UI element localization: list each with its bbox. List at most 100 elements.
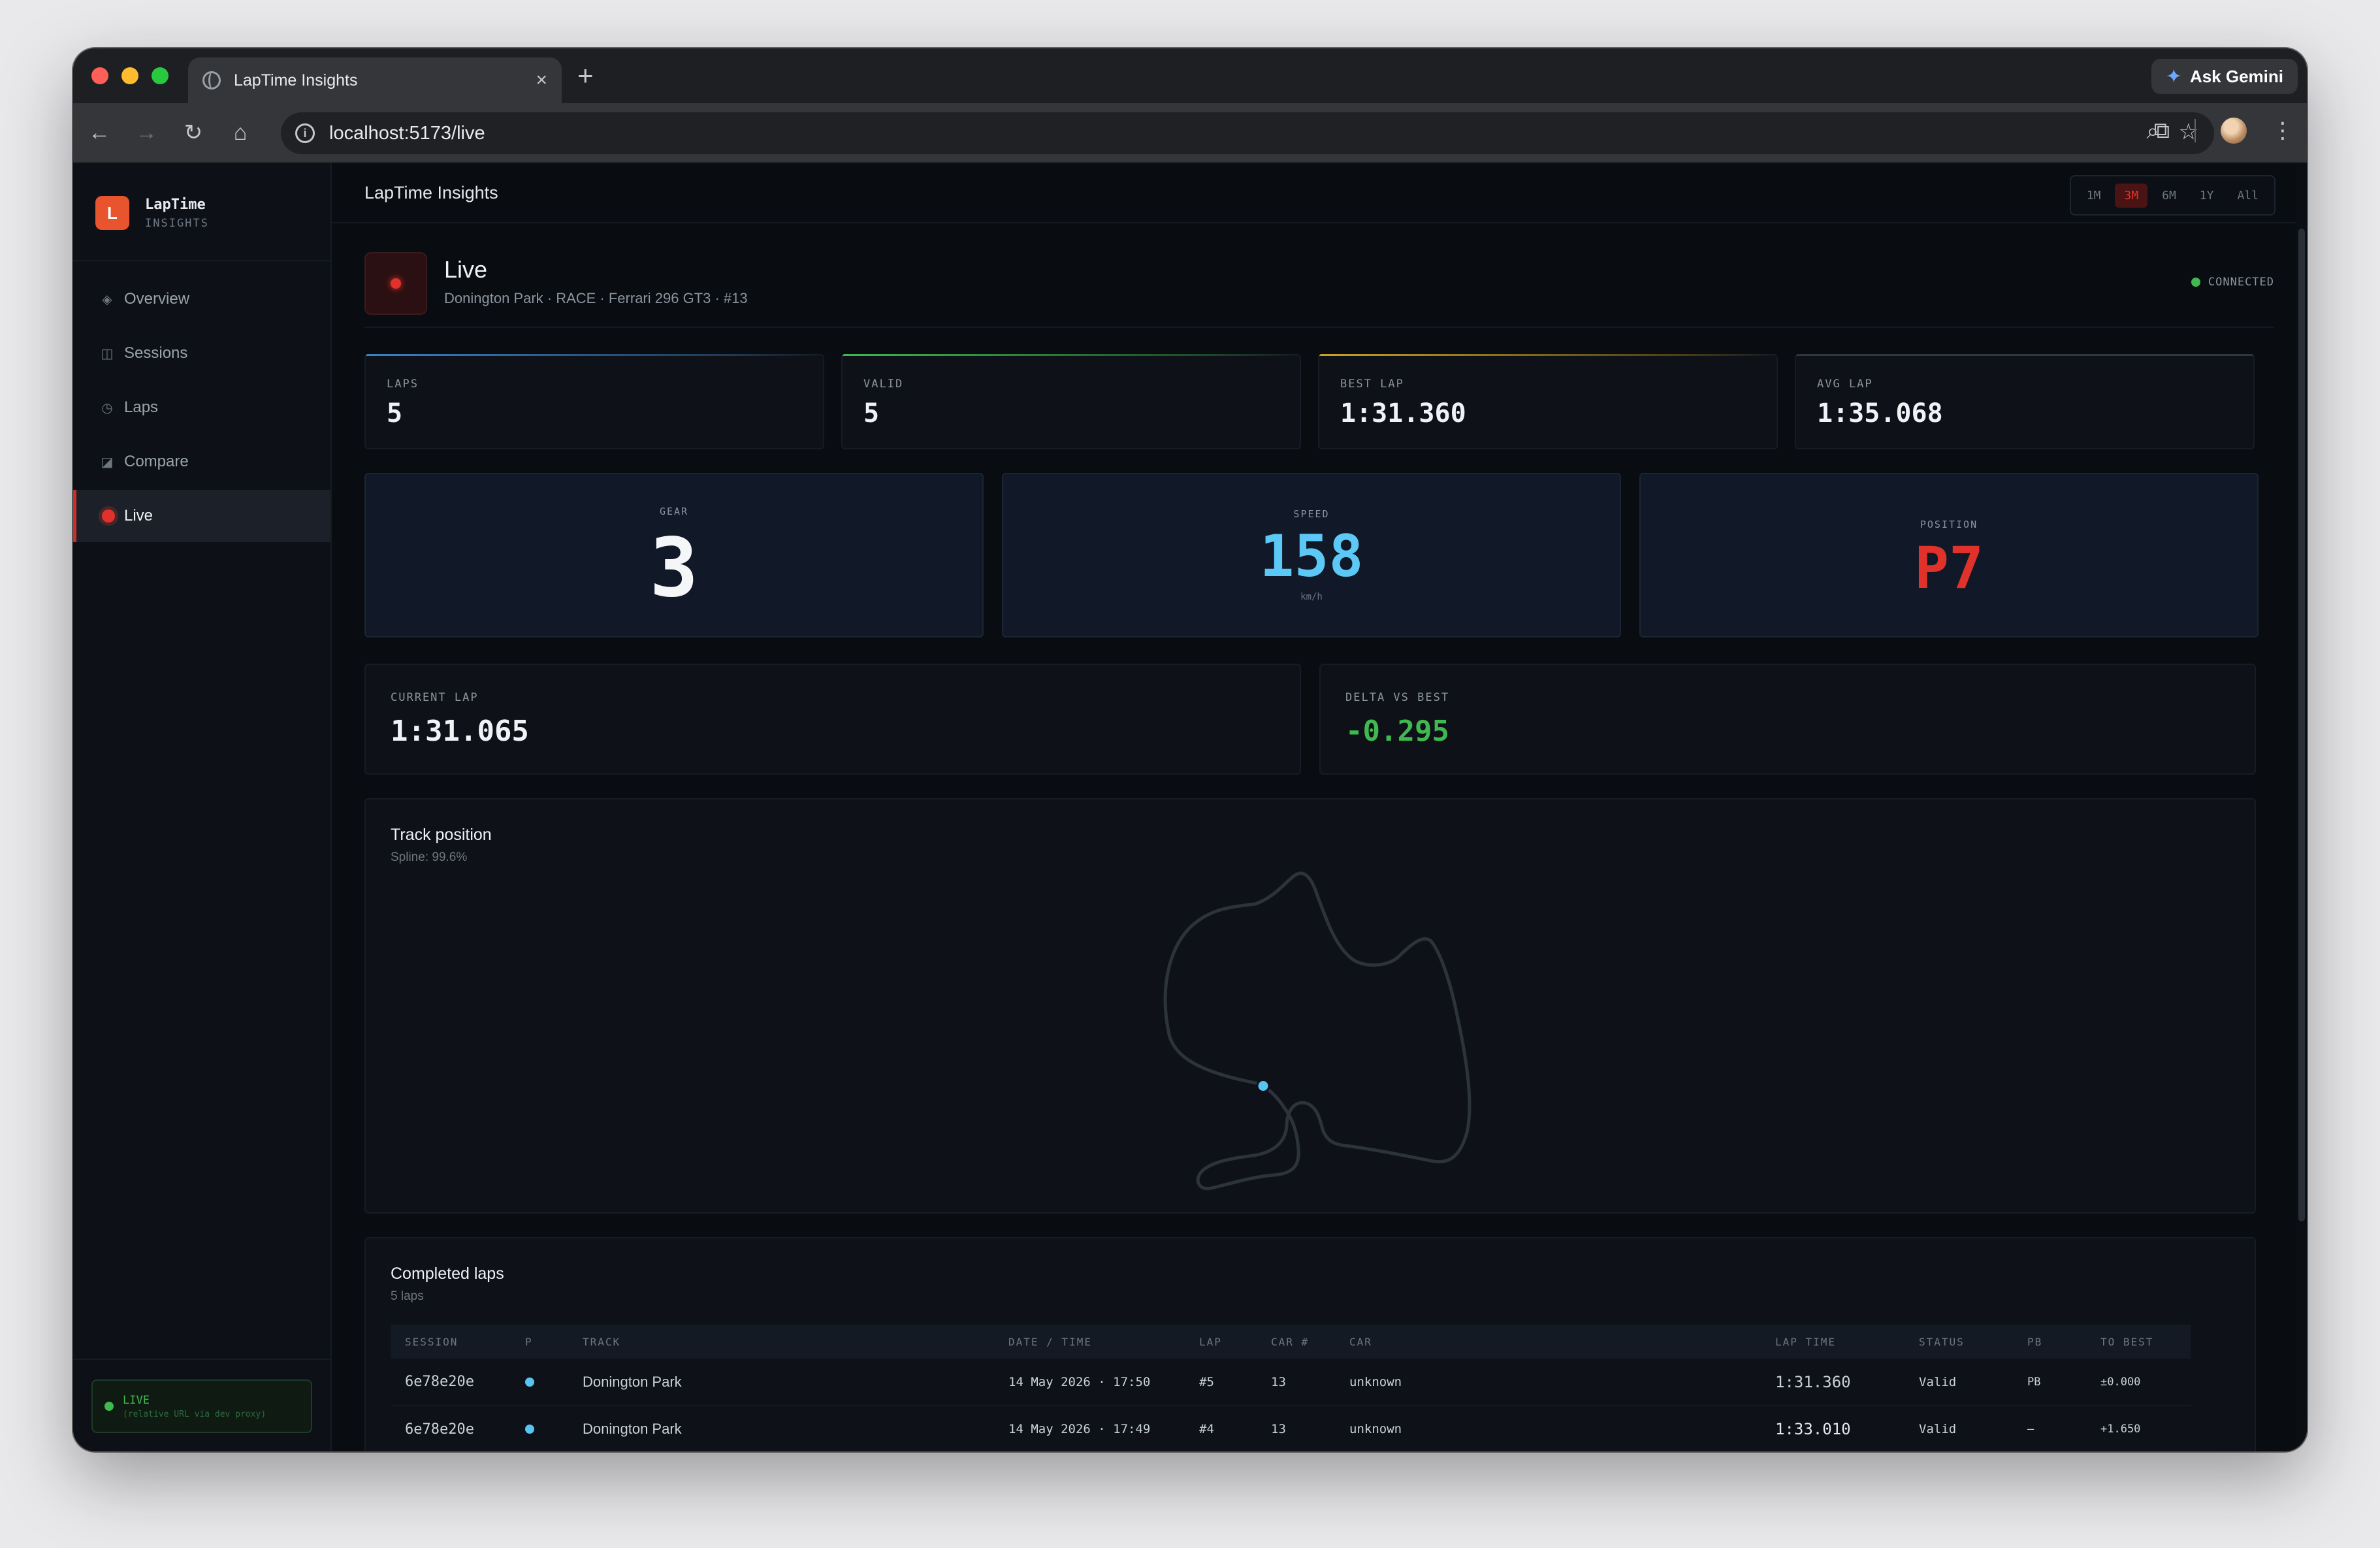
stat-label: LAPS [387, 378, 419, 391]
range-all[interactable]: All [2228, 184, 2268, 208]
table-row[interactable]: 6e78e20e Donington Park 14 May 2026 · 17… [391, 1359, 2191, 1406]
globe-icon [202, 71, 221, 89]
kebab-menu-icon[interactable]: ⋮ [2272, 118, 2294, 144]
close-tab-icon[interactable]: × [536, 69, 547, 91]
stat-value: 5 [863, 398, 880, 428]
tab-strip: LapTime Insights × + ✦ Ask Gemini [73, 48, 2307, 103]
track-cell: Donington Park [568, 1406, 994, 1451]
col-lap-time[interactable]: LAP TIME [1761, 1325, 1905, 1359]
to-best-cell: ±0.000 [2086, 1359, 2191, 1406]
gear-card: GEAR 3 [364, 473, 984, 637]
profile-avatar[interactable] [2221, 118, 2247, 144]
current-lap-value: 1:31.065 [391, 715, 529, 748]
gear-label: GEAR [659, 506, 689, 517]
brand-name: LapTime [145, 196, 206, 213]
delta-value: -0.295 [1345, 715, 1449, 748]
car-marker [1256, 1079, 1270, 1093]
range-1m[interactable]: 1M [2078, 184, 2110, 208]
sidebar-item-laps[interactable]: ◷ Laps [73, 381, 330, 434]
sidebar-item-live[interactable]: Live [73, 490, 330, 542]
col-car[interactable]: CAR [1335, 1325, 1761, 1359]
range-3m[interactable]: 3M [2115, 183, 2148, 208]
page-header: Live Donington Park · RACE · Ferrari 296… [364, 252, 2274, 328]
browser-tab[interactable]: LapTime Insights × [188, 57, 562, 103]
live-status-label: LIVE [123, 1393, 150, 1407]
session-link[interactable]: 6e78e20e [391, 1359, 511, 1406]
lap-cell: #4 [1185, 1406, 1257, 1451]
sidebar-item-overview[interactable]: ◈ Overview [73, 273, 330, 325]
position-cell [511, 1359, 568, 1406]
record-icon [364, 252, 427, 315]
home-icon[interactable]: ⌂ [217, 120, 264, 146]
clock-icon: ◷ [101, 400, 113, 415]
address-bar[interactable]: i localhost:5173/live ⌕ ☆ [281, 112, 2214, 154]
col-p[interactable]: P [511, 1325, 568, 1359]
main-content: LapTime Insights 1M 3M 6M 1Y All Live Do… [332, 163, 2307, 1451]
stat-accent [843, 354, 1300, 356]
gear-value: 3 [649, 521, 699, 615]
track-cell: Donington Park [568, 1359, 994, 1406]
stat-label: VALID [863, 378, 904, 391]
sidebar-nav: ◈ Overview ◫ Sessions ◷ Laps ◪ Compare L… [73, 261, 330, 542]
scrollbar-thumb[interactable] [2298, 229, 2305, 1221]
sidebar-item-compare[interactable]: ◪ Compare [73, 436, 330, 488]
track-map [1163, 871, 1471, 1191]
minimize-window-button[interactable] [121, 67, 138, 84]
session-link[interactable]: 6e78e20e [391, 1406, 511, 1451]
col-car-no[interactable]: CAR # [1257, 1325, 1335, 1359]
col-status[interactable]: STATUS [1905, 1325, 2013, 1359]
stat-card-best-lap: BEST LAP 1:31.360 [1318, 354, 1778, 449]
sidebar-item-label: Overview [124, 290, 190, 308]
ask-gemini-label: Ask Gemini [2189, 66, 2283, 86]
sidebar-item-label: Sessions [124, 344, 188, 362]
range-6m[interactable]: 6M [2153, 184, 2185, 208]
status-dot-icon [105, 1402, 114, 1411]
col-session[interactable]: SESSION [391, 1325, 511, 1359]
live-status-note: (relative URL via dev proxy) [123, 1409, 266, 1419]
sidebar: L LapTime INSIGHTS ◈ Overview ◫ Sessions… [73, 163, 332, 1451]
lap-time-cell: 1:31.360 [1761, 1359, 1905, 1406]
laps-count: 5 laps [391, 1289, 424, 1303]
forward-arrow-icon[interactable]: → [123, 120, 170, 146]
brand-subtitle: INSIGHTS [145, 216, 209, 230]
status-dot-icon [2191, 278, 2200, 287]
topbar-title: LapTime Insights [364, 182, 498, 202]
browser-toolbar: ← → ↻ ⌂ i localhost:5173/live ⌕ ☆ ⧉ ⋮ [73, 103, 2307, 163]
live-status-box: LIVE (relative URL via dev proxy) [91, 1379, 312, 1433]
track-position-card: Track position Spline: 99.6% [364, 798, 2256, 1214]
scrollbar-track[interactable] [2296, 163, 2307, 1451]
range-selector: 1M 3M 6M 1Y All [2069, 175, 2275, 216]
stat-value: 5 [387, 398, 403, 428]
site-info-icon[interactable]: i [295, 123, 315, 143]
range-1y[interactable]: 1Y [2191, 184, 2223, 208]
col-pb[interactable]: PB [2013, 1325, 2086, 1359]
col-to-best[interactable]: TO BEST [2086, 1325, 2191, 1359]
maximize-window-button[interactable] [152, 67, 169, 84]
track-outline [1163, 871, 1471, 1191]
pb-badge: PB [2013, 1359, 2086, 1406]
tab-search-icon[interactable]: ⧉ [2154, 118, 2170, 144]
reload-icon[interactable]: ↻ [170, 120, 217, 146]
new-tab-button[interactable]: + [577, 60, 594, 91]
sidebar-item-sessions[interactable]: ◫ Sessions [73, 327, 330, 379]
speed-value: 158 [1259, 523, 1364, 590]
col-track[interactable]: TRACK [568, 1325, 994, 1359]
url-text[interactable]: localhost:5173/live [329, 123, 485, 144]
ask-gemini-button[interactable]: ✦ Ask Gemini [2151, 59, 2298, 94]
sidebar-item-label: Compare [124, 453, 189, 470]
to-best-cell: +1.650 [2086, 1406, 2191, 1451]
table-row[interactable]: 6e78e20e Donington Park 14 May 2026 · 17… [391, 1406, 2191, 1451]
page-subtitle: Donington Park · RACE · Ferrari 296 GT3 … [444, 290, 748, 306]
col-lap[interactable]: LAP [1185, 1325, 1257, 1359]
col-datetime[interactable]: DATE / TIME [994, 1325, 1185, 1359]
diamond-icon: ◈ [102, 292, 112, 307]
sparkle-icon: ✦ [2165, 65, 2182, 88]
stat-card-laps: LAPS 5 [364, 354, 824, 449]
laps-table: SESSION P TRACK DATE / TIME LAP CAR # CA… [391, 1325, 2191, 1451]
live-dot-icon [102, 509, 115, 523]
back-arrow-icon[interactable]: ← [76, 120, 123, 146]
stat-value: 1:35.068 [1817, 398, 1943, 428]
car-no-cell: 13 [1257, 1359, 1335, 1406]
brand[interactable]: L LapTime INSIGHTS [73, 163, 330, 261]
close-window-button[interactable] [91, 67, 108, 84]
